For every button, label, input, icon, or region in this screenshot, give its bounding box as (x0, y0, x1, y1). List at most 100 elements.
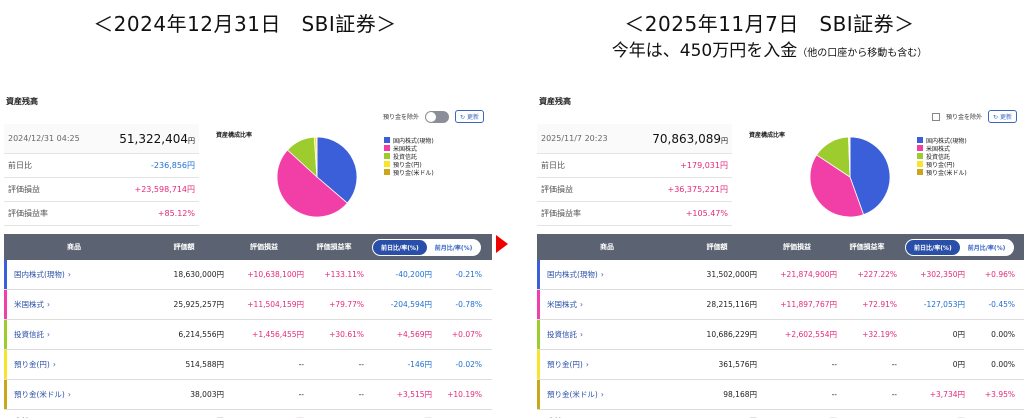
summary-row: 前日比 -236,856円 (4, 154, 199, 178)
product-name: 預り金(円) (547, 360, 583, 369)
cell-rate: -- (358, 360, 364, 369)
refresh-button[interactable]: ↻ 更新 (455, 110, 484, 123)
cell-day-change: +3,515円 (396, 390, 432, 399)
cell-rate: -- (891, 390, 897, 399)
cell-rate: -- (358, 390, 364, 399)
tab-month-over-month[interactable]: 前月比/率(%) (960, 240, 1014, 255)
legend-swatch (384, 137, 390, 143)
summary-label: 評価損益率 (8, 209, 48, 218)
product-link[interactable]: 国内株式(現物) › (537, 269, 677, 280)
table-header: 商品 評価額 評価損益 評価損益率 前日比/率(%) 前月比/率(%) (537, 234, 1024, 260)
product-link[interactable]: 国内株式(現物) › (4, 269, 144, 280)
cell-rate: -- (891, 360, 897, 369)
summary-value: +23,598,714円 (134, 185, 195, 194)
legend-swatch (917, 169, 923, 175)
col-value: 評価額 (173, 243, 195, 251)
summary-value: +105.47% (685, 209, 728, 218)
chevron-right-icon: › (580, 300, 583, 309)
pie-title: 資産構成比率 (749, 132, 786, 139)
exclude-deposit-toggle[interactable] (425, 110, 450, 123)
table-row: 預り金(円) › 361,576円 -- -- 0円 0.00% (537, 350, 1024, 380)
product-name: 投資信託 (14, 330, 44, 339)
legend-swatch (917, 137, 923, 143)
refresh-button[interactable]: ↻ 更新 (988, 110, 1017, 123)
category-color-bar (537, 290, 540, 319)
period-tabs: 前日比/率(%) 前月比/率(%) (905, 238, 1015, 256)
legend-swatch (917, 153, 923, 159)
summary-row: 評価損益率 +105.47% (537, 202, 732, 226)
total-assets: 70,863,089円 (652, 132, 728, 146)
legend-swatch (917, 145, 923, 151)
legend-swatch (384, 145, 390, 151)
legend-label: 預り金(米ドル) (393, 169, 434, 177)
panel-title: 資産残高 (539, 97, 571, 106)
category-color-bar (4, 290, 7, 319)
col-rate: 評価損益率 (849, 243, 885, 251)
summary-total-row: 2025/11/7 20:23 70,863,089円 (537, 124, 732, 154)
tab-day-over-day[interactable]: 前日比/率(%) (906, 239, 960, 255)
tab-month-over-month[interactable]: 前月比/率(%) (427, 240, 481, 255)
table-row: 預り金(円) › 514,588円 -- -- -146円 -0.02% (4, 350, 492, 380)
col-gain: 評価損益 (783, 243, 811, 251)
product-link[interactable]: 米国株式 › (537, 299, 677, 310)
as-of-date: 2024/12/31 04:25 (8, 134, 80, 143)
table-total-row: 合計 70,863,089円 +36,375,221円 +105.47% +17… (537, 410, 1024, 418)
summary-value: -236,856円 (151, 161, 195, 170)
cell-gain: +11,504,159円 (247, 300, 304, 309)
panel-title: 資産残高 (6, 97, 38, 106)
refresh-label: 更新 (466, 114, 479, 121)
product-name: 預り金(円) (14, 360, 50, 369)
yen-unit: 円 (188, 136, 195, 145)
cell-gain: +11,897,767円 (780, 300, 837, 309)
product-name: 国内株式(現物) (547, 270, 598, 279)
exclude-deposit-checkbox[interactable] (932, 112, 941, 121)
product-link[interactable]: 預り金(円) › (4, 359, 144, 370)
product-link[interactable]: 米国株式 › (4, 299, 144, 310)
product-link[interactable]: 預り金(米ドル) › (537, 389, 677, 400)
holdings-table: 商品 評価額 評価損益 評価損益率 前日比/率(%) 前月比/率(%) 国内株式… (4, 234, 492, 418)
cell-day-change: +3,734円 (929, 390, 965, 399)
cell-day-change: +302,350円 (920, 270, 965, 279)
cell-day-change: -146円 (407, 360, 432, 369)
pie-title: 資産構成比率 (216, 132, 253, 139)
product-name: 米国株式 (14, 300, 44, 309)
cell-day-change-rate: +3.95% (984, 390, 1015, 399)
product-link[interactable]: 投資信託 › (537, 329, 677, 340)
summary-row: 前日比 +179,031円 (537, 154, 732, 178)
cell-gain: +21,874,900円 (780, 270, 837, 279)
summary-value: +85.12% (157, 209, 195, 218)
product-name: 米国株式 (547, 300, 577, 309)
cell-gain: +1,456,455円 (252, 330, 304, 339)
col-value: 評価額 (706, 243, 728, 251)
product-link[interactable]: 預り金(円) › (537, 359, 677, 370)
cell-day-change-rate: +0.96% (984, 270, 1015, 279)
asset-panel-2025: 資産残高 預り金を除外 ↻ 更新 2025/11/7 20:23 70,863,089円… (537, 90, 1024, 418)
col-product: 商品 (600, 243, 614, 251)
table-row: 米国株式 › 28,215,116円 +11,897,767円 +72.91% -… (537, 290, 1024, 320)
left-heading: ＜2024年12月31日 SBI証券＞ (93, 12, 397, 36)
summary-box: 2025/11/7 20:23 70,863,089円 前日比 +179,031円 評価… (537, 124, 732, 226)
cell-value: 38,003円 (190, 390, 224, 399)
tab-day-over-day[interactable]: 前日比/率(%) (373, 239, 427, 255)
right-subheading: 今年は、450万円を入金（他の口座から移動も含む） (515, 36, 1024, 61)
chevron-right-icon: › (67, 390, 71, 399)
legend-swatch (384, 169, 390, 175)
cell-rate: +79.77% (329, 300, 364, 309)
category-color-bar (537, 320, 540, 349)
total-assets-value: 51,322,404 (119, 131, 188, 146)
table-row: 預り金(米ドル) › 38,003円 -- -- +3,515円 +10.19% (4, 380, 492, 410)
legend-label: 預り金(米ドル) (926, 169, 967, 177)
product-link[interactable]: 預り金(米ドル) › (4, 389, 144, 400)
exclude-deposit-label: 預り金を除外 (383, 114, 420, 121)
category-color-bar (537, 260, 540, 289)
category-color-bar (4, 320, 7, 349)
cell-day-change-rate: -0.21% (455, 270, 482, 279)
col-gain: 評価損益 (250, 243, 278, 251)
cell-rate: +30.61% (329, 330, 364, 339)
chevron-right-icon: › (580, 330, 583, 339)
table-row: 国内株式(現物) › 31,502,000円 +21,874,900円 +227.… (537, 260, 1024, 290)
legend-swatch (384, 161, 390, 167)
cell-day-change-rate: 0.00% (991, 330, 1015, 339)
legend-item: 預り金(米ドル) (917, 168, 967, 177)
product-link[interactable]: 投資信託 › (4, 329, 144, 340)
